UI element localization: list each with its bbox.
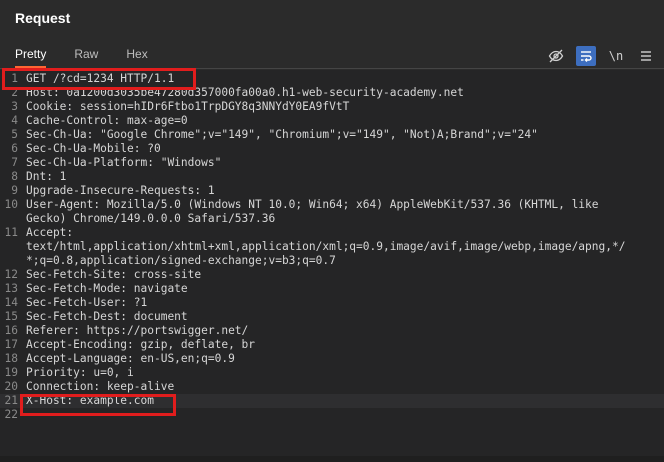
line-number: 11 — [4, 226, 18, 239]
editor-line: 10 User-Agent: Mozilla/5.0 (Windows NT 10… — [0, 198, 664, 212]
editor-line: 13 Sec-Fetch-Mode: navigate — [0, 282, 664, 296]
line-number: 7 — [11, 156, 18, 169]
editor-line: 1 GET /?cd=1234 HTTP/1.1 — [0, 72, 664, 86]
line-text: Cookie: session=hIDr6Ftbo1TrpDGY8q3NNYdY… — [26, 100, 350, 113]
line-text: User-Agent: Mozilla/5.0 (Windows NT 10.0… — [26, 198, 599, 211]
line-text: Connection: keep-alive — [26, 380, 175, 393]
line-text: X-Host: example.com — [26, 394, 154, 407]
line-text: text/html,application/xhtml+xml,applicat… — [26, 240, 626, 253]
panel-title: Request — [15, 10, 71, 26]
editor-line: 11 Accept: — [0, 226, 664, 240]
line-text: Accept-Encoding: gzip, deflate, br — [26, 338, 256, 351]
newline-icon[interactable]: \n — [606, 46, 626, 66]
line-text: Host: 0a1200d3035be47280d357000fa00a0.h1… — [26, 86, 464, 99]
line-number: 9 — [11, 184, 18, 197]
line-number: 21 — [4, 394, 18, 407]
editor-line: 8 Dnt: 1 — [0, 170, 664, 184]
request-editor[interactable]: 1 GET /?cd=1234 HTTP/1.1 2 Host: 0a1200d30… — [0, 70, 664, 462]
line-number: 15 — [4, 310, 18, 323]
line-text: Sec-Ch-Ua: "Google Chrome";v="149", "Chr… — [26, 128, 538, 141]
horizontal-scrollbar[interactable] — [0, 456, 664, 462]
line-text: GET /?cd=1234 HTTP/1.1 — [26, 72, 175, 85]
editor-line: 12 Sec-Fetch-Site: cross-site — [0, 268, 664, 282]
editor-line: 15 Sec-Fetch-Dest: document — [0, 310, 664, 324]
editor-line: 18 Accept-Language: en-US,en;q=0.9 — [0, 352, 664, 366]
view-tabs: Pretty Raw Hex \n — [0, 36, 664, 68]
tab-raw[interactable]: Raw — [74, 36, 98, 68]
line-text: Sec-Fetch-Dest: document — [26, 310, 188, 323]
tabbar-divider — [0, 68, 664, 69]
editor-line: 3 Cookie: session=hIDr6Ftbo1TrpDGY8q3NNYd… — [0, 100, 664, 114]
line-text: Priority: u=0, i — [26, 366, 134, 379]
line-number: 14 — [4, 296, 18, 309]
line-number: 1 — [11, 72, 18, 85]
line-text: *;q=0.8,application/signed-exchange;v=b3… — [26, 254, 336, 267]
line-number: 8 — [11, 170, 18, 183]
line-text: Accept: — [26, 226, 74, 239]
line-number: 22 — [4, 408, 18, 421]
editor-line: 20 Connection: keep-alive — [0, 380, 664, 394]
line-number: 6 — [11, 142, 18, 155]
tab-pretty[interactable]: Pretty — [15, 36, 47, 68]
line-text: Accept-Language: en-US,en;q=0.9 — [26, 352, 235, 365]
editor-toolbar: \n — [536, 46, 656, 66]
editor-line: 4 Cache-Control: max-age=0 — [0, 114, 664, 128]
line-number: 19 — [4, 366, 18, 379]
editor-line: 17 Accept-Encoding: gzip, deflate, br — [0, 338, 664, 352]
editor-line-current: 21 X-Host: example.com — [0, 394, 664, 408]
line-text: Referer: https://portswigger.net/ — [26, 324, 249, 337]
editor-line: 6 Sec-Ch-Ua-Mobile: ?0 — [0, 142, 664, 156]
line-number: 17 — [4, 338, 18, 351]
line-number: 10 — [4, 198, 18, 211]
line-number: 2 — [11, 86, 18, 99]
editor-line: 2 Host: 0a1200d3035be47280d357000fa00a0.h… — [0, 86, 664, 100]
line-number: 13 — [4, 282, 18, 295]
editor-line: 14 Sec-Fetch-User: ?1 — [0, 296, 664, 310]
line-number: 18 — [4, 352, 18, 365]
line-number: 16 — [4, 324, 18, 337]
line-number: 5 — [11, 128, 18, 141]
line-text: Cache-Control: max-age=0 — [26, 114, 188, 127]
line-text: Sec-Fetch-Mode: navigate — [26, 282, 188, 295]
editor-line: 19 Priority: u=0, i — [0, 366, 664, 380]
editor-line: 22 — [0, 408, 664, 422]
wrap-lines-icon[interactable] — [576, 46, 596, 66]
editor-line: 5 Sec-Ch-Ua: "Google Chrome";v="149", "Ch… — [0, 128, 664, 142]
eye-slash-icon[interactable] — [546, 46, 566, 66]
line-number: 4 — [11, 114, 18, 127]
line-text: Sec-Ch-Ua-Mobile: ?0 — [26, 142, 161, 155]
line-text: Gecko) Chrome/149.0.0.0 Safari/537.36 — [26, 212, 276, 225]
line-text: Sec-Ch-Ua-Platform: "Windows" — [26, 156, 222, 169]
editor-line: 9 Upgrade-Insecure-Requests: 1 — [0, 184, 664, 198]
menu-icon[interactable] — [636, 46, 656, 66]
editor-line: Gecko) Chrome/149.0.0.0 Safari/537.36 — [0, 212, 664, 226]
line-number: 12 — [4, 268, 18, 281]
line-number: 20 — [4, 380, 18, 393]
editor-line: 7 Sec-Ch-Ua-Platform: "Windows" — [0, 156, 664, 170]
line-number: 3 — [11, 100, 18, 113]
editor-line: text/html,application/xhtml+xml,applicat… — [0, 240, 664, 254]
line-text: Upgrade-Insecure-Requests: 1 — [26, 184, 215, 197]
editor-line: 16 Referer: https://portswigger.net/ — [0, 324, 664, 338]
editor-line: *;q=0.8,application/signed-exchange;v=b3… — [0, 254, 664, 268]
tab-hex[interactable]: Hex — [126, 36, 147, 68]
line-text: Sec-Fetch-Site: cross-site — [26, 268, 202, 281]
line-text: Sec-Fetch-User: ?1 — [26, 296, 148, 309]
line-text: Dnt: 1 — [26, 170, 67, 183]
